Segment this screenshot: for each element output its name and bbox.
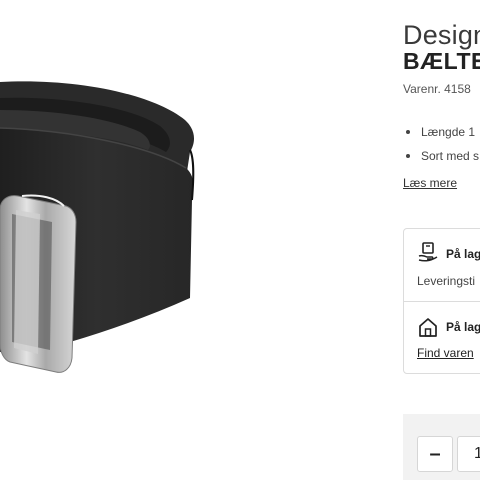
product-sku: Varenr. 4158 xyxy=(403,82,471,96)
feature-color: Sort med s xyxy=(403,144,479,168)
quantity-area: – 1 xyxy=(403,414,480,480)
product-image[interactable] xyxy=(0,0,395,480)
product-title-line-1: Design xyxy=(403,20,480,50)
read-more-link[interactable]: Læs mere xyxy=(403,176,457,190)
stock-divider xyxy=(404,301,480,302)
product-features-list: Længde 1 Sort med s xyxy=(403,120,479,168)
feature-length: Længde 1 xyxy=(403,120,479,144)
stock-status-box: På lag Leveringsti På lag Find varen xyxy=(403,228,480,374)
delivery-box-icon xyxy=(418,242,438,262)
quantity-decrease-button[interactable]: – xyxy=(417,436,453,472)
delivery-time-text: Leveringsti xyxy=(417,274,476,288)
find-in-store-link[interactable]: Find varen xyxy=(417,346,474,360)
store-stock-title: På lag xyxy=(446,320,480,334)
online-stock-title: På lag xyxy=(446,247,480,261)
product-title-line-2: BÆLTE xyxy=(403,48,480,74)
store-house-icon xyxy=(419,318,437,337)
quantity-input[interactable]: 1 xyxy=(457,436,480,472)
